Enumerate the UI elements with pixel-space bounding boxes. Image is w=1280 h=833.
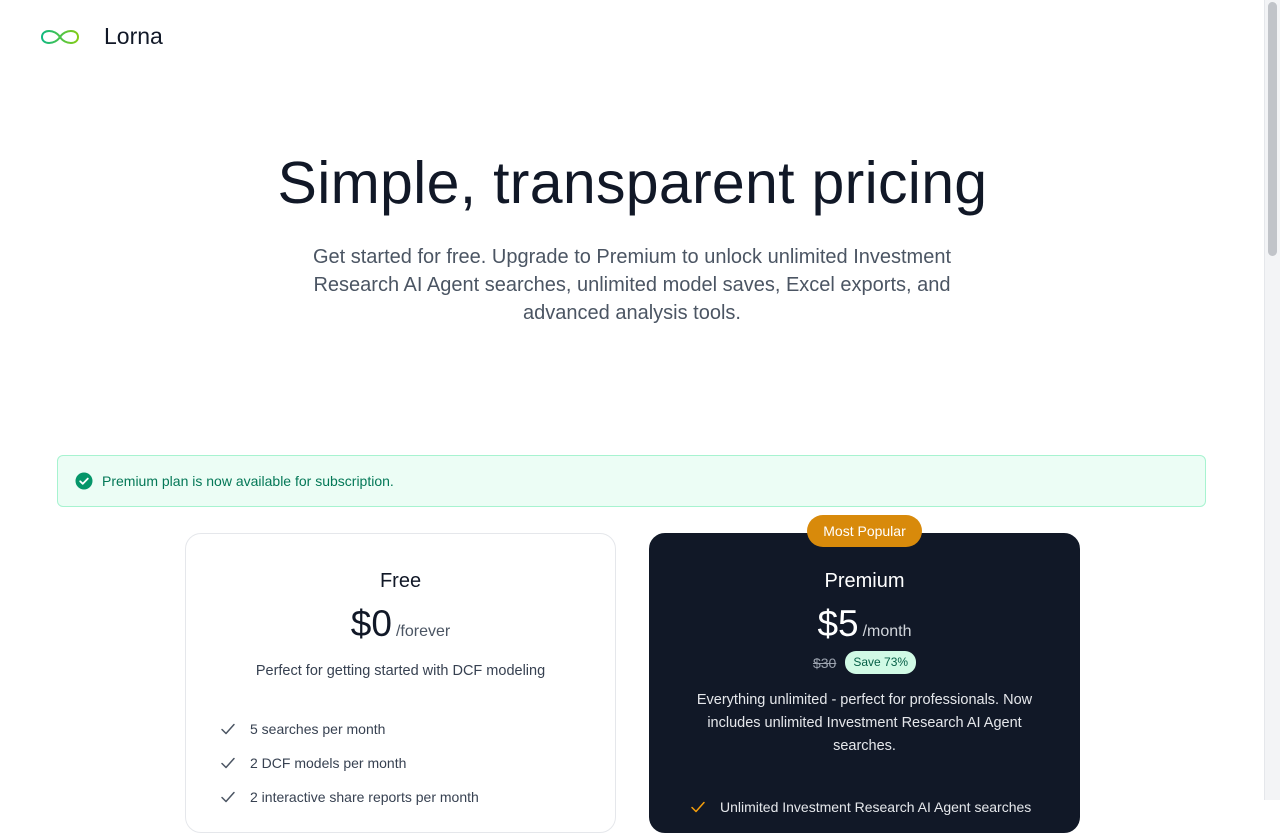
check-icon (691, 801, 705, 813)
plan-period: /forever (395, 623, 451, 640)
plan-period: /month (862, 623, 912, 640)
plan-name: Free (379, 570, 422, 592)
infinity-icon (40, 30, 80, 44)
feature-label: 2 DCF models per month (250, 755, 407, 771)
plan-name: Premium (824, 570, 905, 592)
feature-item: Unlimited Investment Research AI Agent s… (690, 790, 1059, 824)
price-row: $0/forever (186, 602, 615, 646)
logo[interactable] (38, 22, 82, 52)
check-icon (221, 757, 235, 769)
feature-label: 5 searches per month (250, 721, 386, 737)
discount-row: $30 Save 73% (650, 651, 1079, 674)
check-icon (221, 791, 235, 803)
feature-label: Unlimited Investment Research AI Agent s… (720, 799, 1032, 815)
feature-label: 2 interactive share reports per month (250, 789, 479, 805)
alert-message: Premium plan is now available for subscr… (102, 473, 394, 489)
feature-list: Unlimited Investment Research AI Agent s… (690, 790, 1059, 824)
scrollbar-thumb[interactable] (1268, 2, 1277, 256)
original-price: $30 (812, 654, 837, 671)
feature-item: 5 searches per month (220, 712, 595, 746)
page-scrollbar[interactable] (1264, 0, 1280, 800)
page-subtitle: Get started for free. Upgrade to Premium… (312, 246, 952, 324)
save-badge: Save 73% (845, 651, 917, 674)
plan-price: $0 (350, 603, 392, 644)
premium-plan-card: Premium $5/month $30 Save 73% Everything… (649, 533, 1080, 833)
feature-item: 2 DCF models per month (220, 746, 595, 780)
most-popular-badge: Most Popular (807, 515, 922, 547)
plan-price: $5 (817, 603, 859, 644)
check-circle-icon (75, 472, 93, 490)
feature-list: 5 searches per month 2 DCF models per mo… (220, 712, 595, 814)
feature-item: 2 interactive share reports per month (220, 780, 595, 814)
price-row: $5/month (650, 602, 1079, 646)
page-title: Simple, transparent pricing (277, 150, 988, 216)
brand-name[interactable]: Lorna (104, 22, 163, 50)
check-icon (221, 723, 235, 735)
plan-description: Everything unlimited - perfect for profe… (696, 692, 1033, 754)
plan-description: Perfect for getting started with DCF mod… (255, 663, 546, 679)
free-plan-card: Free $0/forever Perfect for getting star… (185, 533, 616, 833)
success-alert: Premium plan is now available for subscr… (57, 455, 1206, 507)
